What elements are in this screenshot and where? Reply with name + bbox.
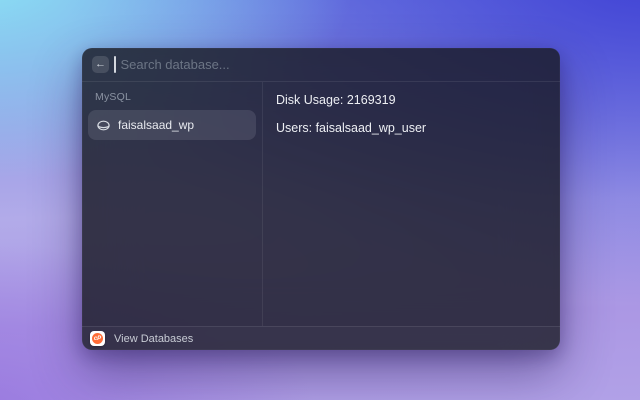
view-databases-action[interactable]: View Databases xyxy=(114,333,193,345)
search-bar: ← xyxy=(82,48,560,82)
search-input[interactable] xyxy=(121,57,551,72)
cpanel-logo-text: cP xyxy=(92,333,103,344)
content-area: MySQL faisalsaad_wp Disk Usage: 2169319 … xyxy=(82,82,560,326)
section-header-mysql: MySQL xyxy=(88,91,256,110)
disk-usage-text: Disk Usage: 2169319 xyxy=(276,93,547,108)
cpanel-icon: cP xyxy=(90,331,105,346)
database-icon xyxy=(97,120,110,131)
back-button[interactable]: ← xyxy=(92,56,109,73)
detail-panel: Disk Usage: 2169319 Users: faisalsaad_wp… xyxy=(263,82,560,326)
results-panel: MySQL faisalsaad_wp xyxy=(82,82,263,326)
users-text: Users: faisalsaad_wp_user xyxy=(276,121,547,136)
list-item-database[interactable]: faisalsaad_wp xyxy=(88,110,256,140)
text-cursor xyxy=(114,56,116,73)
database-name: faisalsaad_wp xyxy=(118,118,194,132)
arrow-left-icon: ← xyxy=(95,59,106,70)
footer-bar[interactable]: cP View Databases xyxy=(82,326,560,350)
launcher-window: ← MySQL faisalsaad_wp Disk Usage: 216931… xyxy=(82,48,560,350)
